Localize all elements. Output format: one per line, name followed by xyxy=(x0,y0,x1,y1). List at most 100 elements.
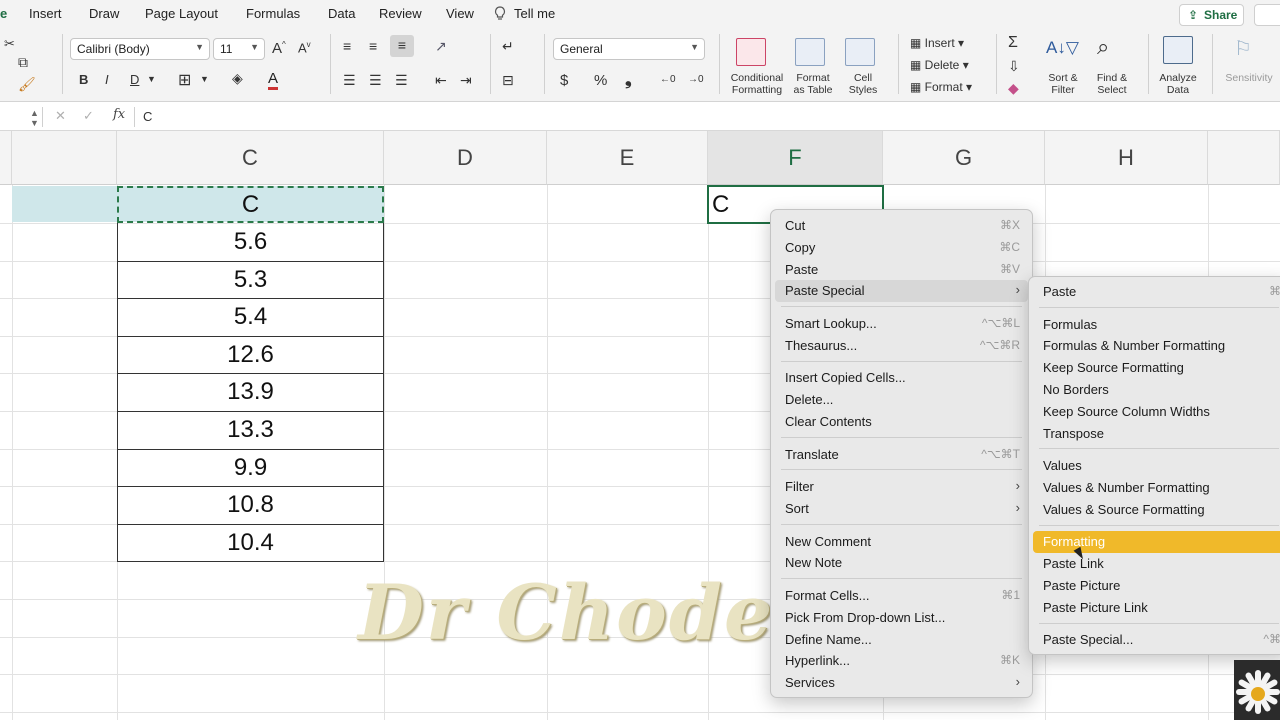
paste-submenu-item[interactable]: Values & Number Formatting xyxy=(1033,477,1280,499)
context-menu-item[interactable]: New Comment xyxy=(775,531,1028,553)
magnifier-icon[interactable]: ⌕ xyxy=(1097,34,1109,60)
sort-filter-label[interactable]: Sort & Filter xyxy=(1040,72,1086,96)
increase-decimal-icon[interactable]: ←0 xyxy=(660,74,676,85)
column-header-f[interactable]: F xyxy=(708,131,883,185)
currency-icon[interactable]: $ xyxy=(560,72,568,89)
tab-draw[interactable]: Draw xyxy=(89,6,119,21)
autosum-icon[interactable]: Σ xyxy=(1008,34,1018,52)
context-menu-item[interactable]: Format Cells... ⌘1 xyxy=(775,585,1028,607)
increase-font-size-icon[interactable]: A^ xyxy=(272,40,286,57)
conditional-formatting-label[interactable]: Conditional Formatting xyxy=(724,72,790,96)
table-cell[interactable]: 13.3 xyxy=(117,411,384,448)
paste-submenu-item[interactable]: Paste Special... ^⌘V xyxy=(1033,629,1280,651)
paste-submenu-item[interactable]: Formatting xyxy=(1033,531,1280,554)
context-menu-item[interactable]: Cut ⌘X xyxy=(775,215,1028,237)
decrease-indent-icon[interactable]: ⇤ xyxy=(435,72,447,89)
merge-center-icon[interactable]: ⊟ xyxy=(502,72,514,89)
paste-submenu-item[interactable]: Paste Link xyxy=(1033,553,1280,575)
wrap-text-icon[interactable]: ↵ xyxy=(502,38,514,55)
context-menu-item[interactable]: Smart Lookup... ^⌥⌘L xyxy=(775,313,1028,335)
tab-review[interactable]: Review xyxy=(379,6,422,21)
analyze-data-label[interactable]: Analyze Data xyxy=(1154,72,1202,96)
borders-icon[interactable]: ⊞ xyxy=(178,70,191,90)
find-select-label[interactable]: Find & Select xyxy=(1090,72,1134,96)
insert-function-icon[interactable]: fx xyxy=(113,107,125,122)
insert-cells-button[interactable]: ▦ Insert ▾ xyxy=(910,36,964,50)
column-header-c[interactable]: C xyxy=(117,131,384,185)
tell-me-search[interactable]: Tell me xyxy=(514,6,555,21)
table-cell[interactable]: 10.4 xyxy=(117,524,384,561)
sensitivity-icon[interactable]: ⚐ xyxy=(1234,36,1252,61)
tab-home-edge[interactable]: e xyxy=(0,6,7,21)
font-color-icon[interactable]: A xyxy=(268,70,279,90)
paste-submenu-item[interactable]: Values & Source Formatting xyxy=(1033,499,1280,521)
paste-submenu-item[interactable]: Keep Source Formatting xyxy=(1033,357,1280,379)
conditional-formatting-icon[interactable] xyxy=(736,38,766,66)
align-bottom-icon[interactable]: ≡ xyxy=(390,35,414,57)
context-menu-item[interactable]: Delete... xyxy=(775,389,1028,411)
context-menu-item[interactable]: Pick From Drop-down List... xyxy=(775,607,1028,629)
paste-submenu-item[interactable]: Transpose xyxy=(1033,423,1280,445)
context-menu-item[interactable]: Define Name... xyxy=(775,629,1028,651)
number-format-dropdown[interactable]: General ▼ xyxy=(553,38,705,60)
column-header-i[interactable] xyxy=(1208,131,1280,185)
table-cell[interactable]: 5.6 xyxy=(117,223,384,260)
percent-icon[interactable]: % xyxy=(594,72,607,89)
row-header-corner[interactable] xyxy=(0,131,12,185)
delete-cells-button[interactable]: ▦ Delete ▾ xyxy=(910,58,969,72)
decrease-font-size-icon[interactable]: Av xyxy=(298,40,311,55)
cell-styles-label[interactable]: Cell Styles xyxy=(842,72,884,96)
name-box-stepper[interactable]: ▲ ▼ xyxy=(30,108,39,128)
column-header-b[interactable] xyxy=(12,131,117,185)
sort-filter-icon[interactable]: A↓▽ xyxy=(1046,38,1079,58)
align-top-icon[interactable]: ≡ xyxy=(343,38,351,54)
format-as-table-icon[interactable] xyxy=(795,38,825,66)
table-cell[interactable]: 5.4 xyxy=(117,298,384,335)
context-menu-item[interactable]: Services › xyxy=(775,672,1028,694)
context-menu-item[interactable]: Translate ^⌥⌘T xyxy=(775,444,1028,466)
italic-button[interactable]: I xyxy=(105,72,109,87)
context-menu-item[interactable]: New Note xyxy=(775,552,1028,574)
table-cell[interactable]: 13.9 xyxy=(117,373,384,410)
font-name-dropdown[interactable]: Calibri (Body) ▼ xyxy=(70,38,210,60)
format-painter-icon[interactable]: 🖌 xyxy=(18,76,36,93)
cut-icon[interactable]: ✂ xyxy=(4,36,15,52)
context-menu-item[interactable]: Filter › xyxy=(775,476,1028,498)
align-middle-icon[interactable]: ≡ xyxy=(369,38,377,54)
column-header-g[interactable]: G xyxy=(883,131,1045,185)
table-cell[interactable]: 12.6 xyxy=(117,336,384,373)
paste-submenu-item[interactable]: Paste ⌘V xyxy=(1033,281,1280,303)
comma-style-icon[interactable]: ❟ xyxy=(625,70,632,90)
align-right-icon[interactable]: ☰ xyxy=(395,72,408,89)
formula-input[interactable]: C xyxy=(143,109,152,124)
column-header-e[interactable]: E xyxy=(547,131,708,185)
paste-submenu-item[interactable]: Formulas xyxy=(1033,314,1280,336)
tab-insert[interactable]: Insert xyxy=(29,6,62,21)
table-cell[interactable]: 10.8 xyxy=(117,486,384,523)
fill-icon[interactable]: ⇩ xyxy=(1008,58,1020,75)
context-menu-item[interactable]: Insert Copied Cells... xyxy=(775,367,1028,389)
paste-submenu-item[interactable]: Keep Source Column Widths xyxy=(1033,401,1280,423)
paste-submenu-item[interactable]: Values xyxy=(1033,455,1280,477)
context-menu-item[interactable]: Paste Special › xyxy=(775,280,1028,303)
increase-indent-icon[interactable]: ⇥ xyxy=(460,72,472,89)
paste-submenu-item[interactable]: Formulas & Number Formatting xyxy=(1033,335,1280,357)
table-cell[interactable]: 9.9 xyxy=(117,449,384,486)
context-menu-item[interactable]: Clear Contents xyxy=(775,411,1028,433)
context-menu-item[interactable]: Paste ⌘V xyxy=(775,259,1028,281)
paste-submenu-item[interactable]: Paste Picture Link xyxy=(1033,597,1280,619)
format-cells-button[interactable]: ▦ Format ▾ xyxy=(910,80,972,94)
tab-data[interactable]: Data xyxy=(328,6,355,21)
align-left-icon[interactable]: ☰ xyxy=(343,72,356,89)
paste-submenu-item[interactable]: Paste Picture xyxy=(1033,575,1280,597)
context-menu-item[interactable]: Copy ⌘C xyxy=(775,237,1028,259)
tab-formulas[interactable]: Formulas xyxy=(246,6,300,21)
decrease-decimal-icon[interactable]: →0 xyxy=(688,74,704,85)
column-header-h[interactable]: H xyxy=(1045,131,1208,185)
context-menu-item[interactable]: Hyperlink... ⌘K xyxy=(775,650,1028,672)
context-menu-item[interactable]: Thesaurus... ^⌥⌘R xyxy=(775,335,1028,357)
enter-icon[interactable]: ✓ xyxy=(83,108,94,124)
column-header-d[interactable]: D xyxy=(384,131,547,185)
tab-view[interactable]: View xyxy=(446,6,474,21)
tab-page-layout[interactable]: Page Layout xyxy=(145,6,218,21)
